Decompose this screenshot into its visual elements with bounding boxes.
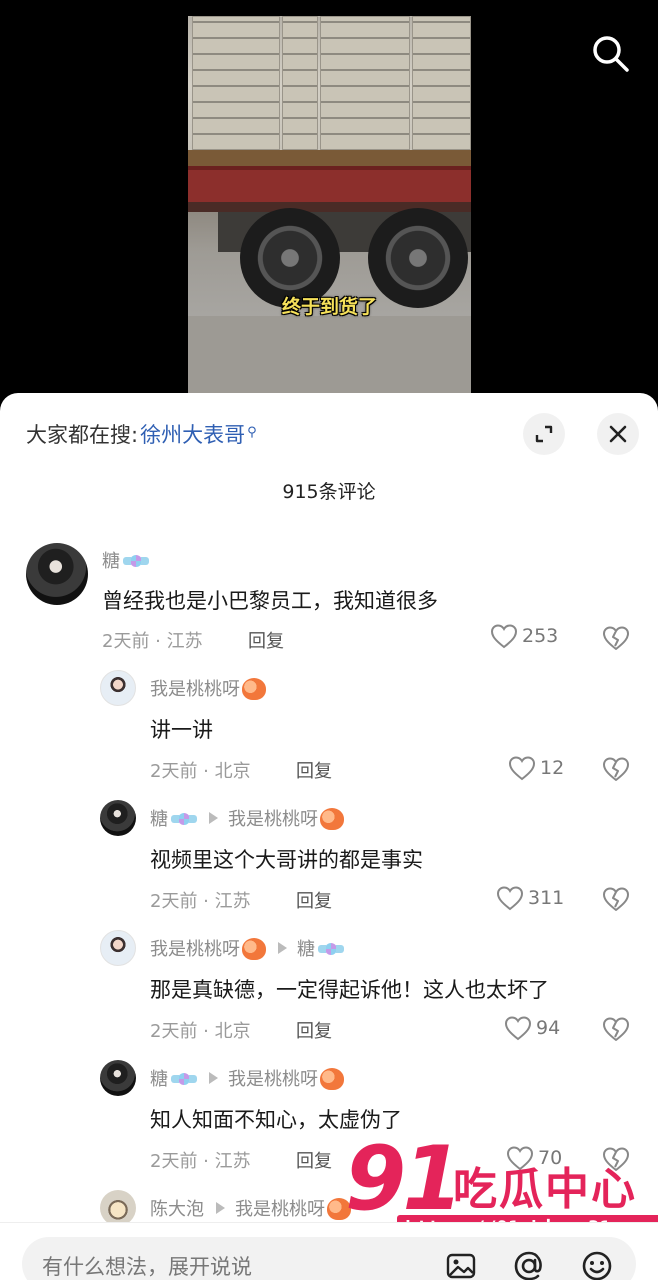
candy-emoji-icon xyxy=(123,553,149,569)
candy-emoji-icon xyxy=(171,1071,197,1087)
reply-button[interactable]: 回复 xyxy=(296,757,332,783)
candy-emoji-icon xyxy=(318,941,344,957)
heart-icon xyxy=(508,756,536,781)
like-button[interactable]: 253 xyxy=(490,623,558,649)
video-frame[interactable]: 终于到货了 xyxy=(188,16,471,396)
input-bar: 有什么想法，展开说说 xyxy=(0,1222,658,1280)
like-button[interactable]: 94 xyxy=(504,1015,560,1041)
reply-to-username[interactable]: 我是桃桃呀 xyxy=(228,805,318,831)
comment-meta: 2天前 · 北京 xyxy=(150,761,251,782)
dislike-icon[interactable] xyxy=(602,756,630,782)
reply-arrow-icon xyxy=(216,1202,225,1214)
dislike-icon[interactable] xyxy=(602,625,630,651)
road xyxy=(188,316,471,396)
comment-text: 视频里这个大哥讲的都是事实 xyxy=(150,848,423,872)
dislike-icon[interactable] xyxy=(602,1016,630,1042)
username-text: 陈大泡 xyxy=(150,1199,204,1220)
reply-arrow-icon xyxy=(209,1072,218,1084)
watermark-text: 吃瓜中心 xyxy=(453,1164,637,1215)
avatar[interactable] xyxy=(100,930,136,966)
peach-emoji-icon xyxy=(242,938,266,960)
username-text: 糖 xyxy=(150,1069,168,1090)
like-count: 253 xyxy=(522,625,559,647)
pallet xyxy=(282,16,318,150)
peach-emoji-icon xyxy=(242,678,266,700)
username-text: 糖 xyxy=(102,551,120,572)
reply-button[interactable]: 回复 xyxy=(296,887,332,913)
comment-meta: 2天前 · 江苏 xyxy=(150,1151,251,1172)
comment-meta: 2天前 · 江苏 xyxy=(150,891,251,912)
comment-username[interactable]: 我是桃桃呀 xyxy=(150,675,266,701)
reply-arrow-icon xyxy=(278,942,287,954)
image-icon[interactable] xyxy=(444,1249,478,1280)
reply-item: 我是桃桃呀 讲一讲 2天前 · 北京 回复 12 xyxy=(0,670,658,790)
reply-item: 糖 我是桃桃呀 视频里这个大哥讲的都是事实 2天前 · 江苏 回复 311 xyxy=(0,800,658,920)
comment-text: 曾经我也是小巴黎员工，我知道很多 xyxy=(102,589,438,613)
magnifier-icon: ⚲ xyxy=(247,425,257,440)
at-icon[interactable] xyxy=(512,1249,546,1280)
comment-item: 糖 曾经我也是小巴黎员工，我知道很多 2天前 · 江苏 回复 253 xyxy=(0,543,658,663)
like-button[interactable]: 311 xyxy=(496,885,564,911)
heart-icon xyxy=(504,1016,532,1041)
hot-search-prefix: 大家都在搜: xyxy=(26,423,139,447)
username-text: 我是桃桃呀 xyxy=(150,939,240,960)
like-count: 311 xyxy=(528,887,565,909)
comment-input-placeholder: 有什么想法，展开说说 xyxy=(42,1255,252,1279)
dislike-icon[interactable] xyxy=(602,886,630,912)
reply-button[interactable]: 回复 xyxy=(296,1147,332,1173)
like-count: 12 xyxy=(540,757,565,779)
comment-meta: 2天前 · 江苏 xyxy=(102,631,203,652)
comment-text: 那是真缺德，一定得起诉他！这人也太坏了 xyxy=(150,978,549,1002)
comment-username[interactable]: 糖 xyxy=(102,547,149,573)
peach-emoji-icon xyxy=(320,1068,344,1090)
like-button[interactable]: 12 xyxy=(508,755,564,781)
username-text: 我是桃桃呀 xyxy=(150,679,240,700)
watermark-number: 91 xyxy=(345,1127,463,1230)
expand-icon[interactable] xyxy=(523,413,565,455)
emoji-icon[interactable] xyxy=(580,1249,614,1280)
heart-icon xyxy=(490,624,518,649)
comment-username[interactable]: 陈大泡 我是桃桃呀 xyxy=(150,1195,351,1221)
avatar[interactable] xyxy=(100,1190,136,1224)
avatar[interactable] xyxy=(100,800,136,836)
pallet xyxy=(192,16,280,150)
pallet xyxy=(320,16,410,150)
hot-search[interactable]: 大家都在搜: 徐州大表哥 ⚲ xyxy=(26,419,257,449)
reply-button[interactable]: 回复 xyxy=(248,627,284,653)
comment-text: 讲一讲 xyxy=(150,718,213,742)
reply-arrow-icon xyxy=(209,812,218,824)
reply-item: 我是桃桃呀 糖 那是真缺德，一定得起诉他！这人也太坏了 2天前 · 北京 回复 … xyxy=(0,930,658,1050)
reply-button[interactable]: 回复 xyxy=(296,1017,332,1043)
heart-icon xyxy=(496,886,524,911)
pallet xyxy=(412,16,471,150)
comment-count: 915条评论 xyxy=(282,481,376,503)
peach-emoji-icon xyxy=(320,808,344,830)
close-icon[interactable] xyxy=(597,413,639,455)
like-count: 94 xyxy=(536,1017,561,1039)
comment-username[interactable]: 糖 我是桃桃呀 xyxy=(150,1065,344,1091)
search-icon[interactable] xyxy=(590,33,630,73)
avatar[interactable] xyxy=(100,670,136,706)
video-subtitle: 终于到货了 xyxy=(281,296,377,318)
video-area[interactable]: 终于到货了 xyxy=(0,0,658,400)
reply-to-username[interactable]: 糖 xyxy=(297,935,315,961)
hot-search-link[interactable]: 徐州大表哥 xyxy=(140,419,245,449)
comment-username[interactable]: 我是桃桃呀 糖 xyxy=(150,935,344,961)
reply-to-username[interactable]: 我是桃桃呀 xyxy=(235,1195,325,1221)
username-text: 糖 xyxy=(150,809,168,830)
candy-emoji-icon xyxy=(171,811,197,827)
wooden-pallet-base xyxy=(188,150,471,166)
comment-input[interactable]: 有什么想法，展开说说 xyxy=(22,1237,636,1280)
comment-username[interactable]: 糖 我是桃桃呀 xyxy=(150,805,344,831)
reply-to-username[interactable]: 我是桃桃呀 xyxy=(228,1065,318,1091)
comment-meta: 2天前 · 北京 xyxy=(150,1021,251,1042)
avatar[interactable] xyxy=(26,543,88,605)
avatar[interactable] xyxy=(100,1060,136,1096)
